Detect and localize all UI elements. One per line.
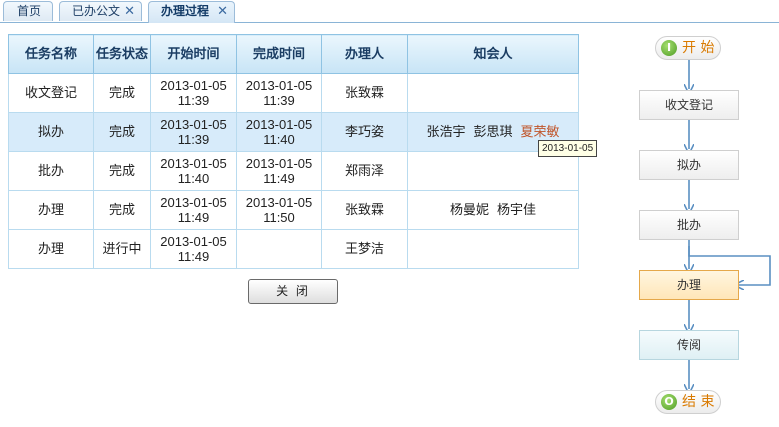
cell-handler: 张致霖: [321, 190, 408, 230]
header-handler: 办理人: [321, 34, 408, 74]
cell-cc: [407, 73, 579, 113]
flow-node-handle[interactable]: 办理: [639, 270, 739, 300]
end-date: 2013-01-05: [245, 78, 313, 93]
cell-start-time: 2013-01-05 11:49: [150, 229, 237, 269]
end-icon: O: [661, 394, 677, 410]
table-row: 批办 完成 2013-01-05 11:40 2013-01-05 11:49 郑雨…: [8, 151, 579, 191]
end-date: 2013-01-05: [245, 156, 313, 171]
flow-node-circulate[interactable]: 传阅: [639, 330, 739, 360]
cell-start-time: 2013-01-05 11:49: [150, 190, 237, 230]
flow-end: O 结 束: [655, 390, 721, 414]
cell-task-status: 完成: [93, 151, 151, 191]
header-task-name: 任务名称: [8, 34, 94, 74]
header-start-time: 开始时间: [150, 34, 237, 74]
flow-node-register[interactable]: 收文登记: [639, 90, 739, 120]
end-clock: 11:40: [263, 132, 295, 147]
end-clock: 11:49: [263, 171, 295, 186]
flow-end-label: 结 束: [682, 394, 715, 410]
cell-task-name: 办理: [8, 190, 94, 230]
cell-task-status: 完成: [93, 73, 151, 113]
cell-start-time: 2013-01-05 11:39: [150, 73, 237, 113]
start-clock: 11:49: [177, 249, 210, 264]
close-icon[interactable]: ✕: [124, 2, 135, 21]
start-clock: 11:40: [177, 171, 210, 186]
cell-handler: 李巧姿: [321, 112, 408, 152]
start-clock: 11:39: [177, 93, 210, 108]
cc-person-link[interactable]: 夏荣敏: [521, 125, 560, 140]
table-row: 办理 完成 2013-01-05 11:49 2013-01-05 11:50 张致…: [8, 190, 579, 230]
header-end-time: 完成时间: [236, 34, 322, 74]
table-row: 办理 进行中 2013-01-05 11:49 王梦洁: [8, 229, 579, 269]
end-date: 2013-01-05: [245, 117, 313, 132]
cell-start-time: 2013-01-05 11:39: [150, 112, 237, 152]
cc-person: 杨曼妮: [449, 202, 489, 218]
tab-done-documents-label: 已办公文: [72, 4, 121, 18]
cc-person: 彭思琪: [473, 124, 513, 140]
cell-task-status: 完成: [93, 112, 151, 152]
header-cc: 知会人: [407, 34, 579, 74]
cc-person: 杨宇佳: [497, 202, 537, 218]
cell-end-time: 2013-01-05 11:49: [236, 151, 322, 191]
cell-task-name: 批办: [8, 151, 94, 191]
cell-cc: [407, 151, 579, 191]
close-button[interactable]: 关 闭: [248, 279, 338, 304]
cell-task-name: 收文登记: [8, 73, 94, 113]
cell-task-name: 办理: [8, 229, 94, 269]
header-task-status: 任务状态: [93, 34, 151, 74]
cc-person: 张浩宇: [426, 124, 466, 140]
cell-end-time: 2013-01-05 11:50: [236, 190, 322, 230]
start-clock: 11:49: [177, 210, 210, 225]
cell-end-time: 2013-01-05 11:40: [236, 112, 322, 152]
close-icon[interactable]: ✕: [217, 2, 228, 21]
cell-handler: 郑雨泽: [321, 151, 408, 191]
tab-process[interactable]: 办理过程 ✕: [148, 1, 235, 23]
start-date: 2013-01-05: [160, 195, 227, 210]
tab-done-documents[interactable]: 已办公文 ✕: [59, 1, 142, 21]
cell-end-time: [236, 229, 322, 269]
table-row: 拟办 完成 2013-01-05 11:39 2013-01-05 11:40 李巧…: [8, 112, 579, 152]
cell-end-time: 2013-01-05 11:39: [236, 73, 322, 113]
start-date: 2013-01-05: [160, 156, 227, 171]
date-tooltip: 2013-01-05: [538, 140, 598, 157]
flow-start-label: 开 始: [682, 40, 715, 56]
flow-node-approve[interactable]: 批办: [639, 210, 739, 240]
flow-start: I 开 始: [655, 36, 721, 60]
start-date: 2013-01-05: [160, 117, 227, 132]
cell-cc: [407, 229, 579, 269]
cell-task-name: 拟办: [8, 112, 94, 152]
start-clock: 11:39: [177, 132, 210, 147]
table-row: 收文登记 完成 2013-01-05 11:39 2013-01-05 11:39 …: [8, 73, 579, 113]
tab-home-label: 首页: [17, 4, 42, 18]
cell-task-status: 进行中: [93, 229, 151, 269]
start-date: 2013-01-05: [160, 78, 227, 93]
end-date: 2013-01-05: [245, 195, 313, 210]
tab-bar: 首页 已办公文 ✕ 办理过程 ✕: [0, 0, 779, 23]
cell-start-time: 2013-01-05 11:40: [150, 151, 237, 191]
end-clock: 11:39: [263, 93, 295, 108]
end-clock: 11:50: [263, 210, 295, 225]
table-header-row: 任务名称 任务状态 开始时间 完成时间 办理人 知会人: [8, 34, 579, 74]
tab-process-label: 办理过程: [161, 4, 210, 18]
process-table: 任务名称 任务状态 开始时间 完成时间 办理人 知会人 收文登记 完成 2013…: [8, 34, 579, 269]
cell-handler: 张致霖: [321, 73, 408, 113]
cell-cc: 杨曼妮 杨宇佳: [407, 190, 579, 230]
cell-task-status: 完成: [93, 190, 151, 230]
flow-node-draft[interactable]: 拟办: [639, 150, 739, 180]
flow-chart: I 开 始 收文登记 拟办 批办 办理 传阅 O 结 束: [620, 25, 779, 427]
tab-home[interactable]: 首页: [3, 1, 53, 21]
cell-handler: 王梦洁: [321, 229, 408, 269]
start-date: 2013-01-05: [160, 234, 227, 249]
start-icon: I: [661, 40, 677, 56]
